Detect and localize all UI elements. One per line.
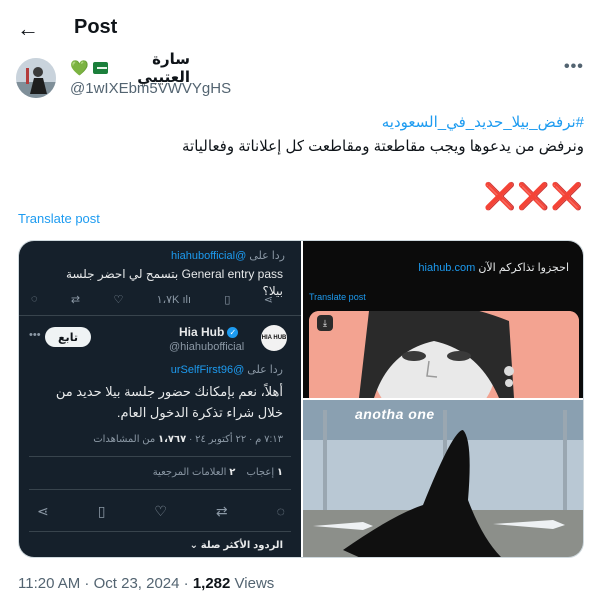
reply-meta: ٧:١٣ م · ٢٢ أكتوبر ٢٤ · ١،٧٦٧ من المشاهد… [93, 434, 283, 445]
ad-text: احجزوا تذاكركم الآن hiahub.com [418, 262, 569, 274]
media-screenshot-ad[interactable]: احجزوا تذاكركم الآن hiahub.com Translate… [303, 241, 583, 398]
repost-icon: ⇄ [215, 503, 228, 519]
views-icon: ١،٧K ılı [156, 294, 192, 306]
translate-post-link: Translate post [309, 292, 366, 302]
reply-icon: ◌ [31, 293, 38, 305]
follow-button: تابع [45, 327, 91, 347]
reply-action-bar-large: ⋖ ▯ ♡ ⇄ ◌ [37, 503, 285, 520]
portrait-image-icon [309, 311, 579, 398]
verified-badge-icon: ✓ [227, 327, 239, 339]
divider [19, 315, 301, 316]
author-name-row[interactable]: 💚 سارة العتيبي [70, 51, 190, 86]
hiahub-reply-text: أهلاً، نعم بإمكانك حضور جلسة بيلا حديد م… [55, 384, 283, 420]
divider [29, 456, 291, 457]
media-grid: ردا على @hiahubofficial General entry pa… [18, 240, 584, 558]
meme-caption: anotha one [355, 406, 435, 422]
post-timestamp[interactable]: 11:20 AM · Oct 23, 2024 · [18, 575, 189, 592]
like-icon: ♡ [113, 294, 124, 306]
green-heart-icon: 💚 [70, 59, 89, 77]
more-options-icon: ••• [29, 329, 41, 341]
saudi-flag-icon [92, 62, 108, 74]
reply-context: ردا على @urSelfFirst96 [170, 364, 283, 376]
top-bar: ← Post [0, 0, 600, 58]
views-label: Views [234, 575, 275, 592]
more-options-icon[interactable]: ••• [564, 58, 584, 78]
sort-replies-label: الردود الأكثر صلة ⌄ [189, 540, 283, 551]
bookmark-icon: ▯ [97, 503, 106, 519]
views-count: 1,282 [192, 575, 231, 592]
page-title: Post [74, 16, 118, 38]
post-timestamp-row: 11:20 AM · Oct 23, 2024 · 1,282 Views [18, 575, 274, 592]
author-handle[interactable]: @1wIXEbm5VWVYgHS [70, 80, 231, 97]
repost-icon: ⇄ [70, 294, 81, 306]
divider [29, 531, 291, 532]
reply-stats: ١ إعجاب ٢ العلامات المرجعية [152, 467, 283, 478]
profile-photo-icon [16, 58, 56, 98]
media-photo-boot[interactable]: anotha one [303, 400, 583, 557]
hashtag-link[interactable]: #نرفض_بيلا_حديد_في_السعوديه [0, 113, 584, 131]
translate-post-link[interactable]: Translate post [18, 211, 100, 226]
share-icon: ⋖ [37, 503, 49, 519]
like-icon: ♡ [154, 503, 167, 519]
airport-window-photo-icon [303, 400, 583, 557]
bookmark-icon: ▯ [224, 294, 231, 306]
author-avatar[interactable] [16, 58, 56, 98]
media-screenshot-reply[interactable]: ردا على @hiahubofficial General entry pa… [19, 241, 301, 557]
cross-mark-icons: ❌❌❌ [483, 181, 584, 211]
reply-action-bar: ◌ ⇄ ♡ ١،٧K ılı ▯ ⋖ [31, 293, 273, 306]
download-icon: ⤓ [317, 315, 333, 331]
hiahub-handle: @hiahubofficial [169, 341, 245, 353]
reply-context: ردا على @hiahubofficial [171, 250, 285, 262]
reply-icon: ◌ [276, 503, 285, 519]
back-arrow-icon[interactable]: ← [16, 16, 40, 41]
share-icon: ⋖ [263, 294, 273, 306]
hiahub-avatar: HIA HUB [261, 325, 287, 351]
post-text: ونرفض من يدعوها ويجب مقاطعتة ومقاطعت كل … [181, 138, 584, 155]
divider [29, 489, 291, 490]
portrait-photo: ⤓ [309, 311, 579, 398]
hiahub-name: Hia Hub ✓ [179, 325, 239, 339]
